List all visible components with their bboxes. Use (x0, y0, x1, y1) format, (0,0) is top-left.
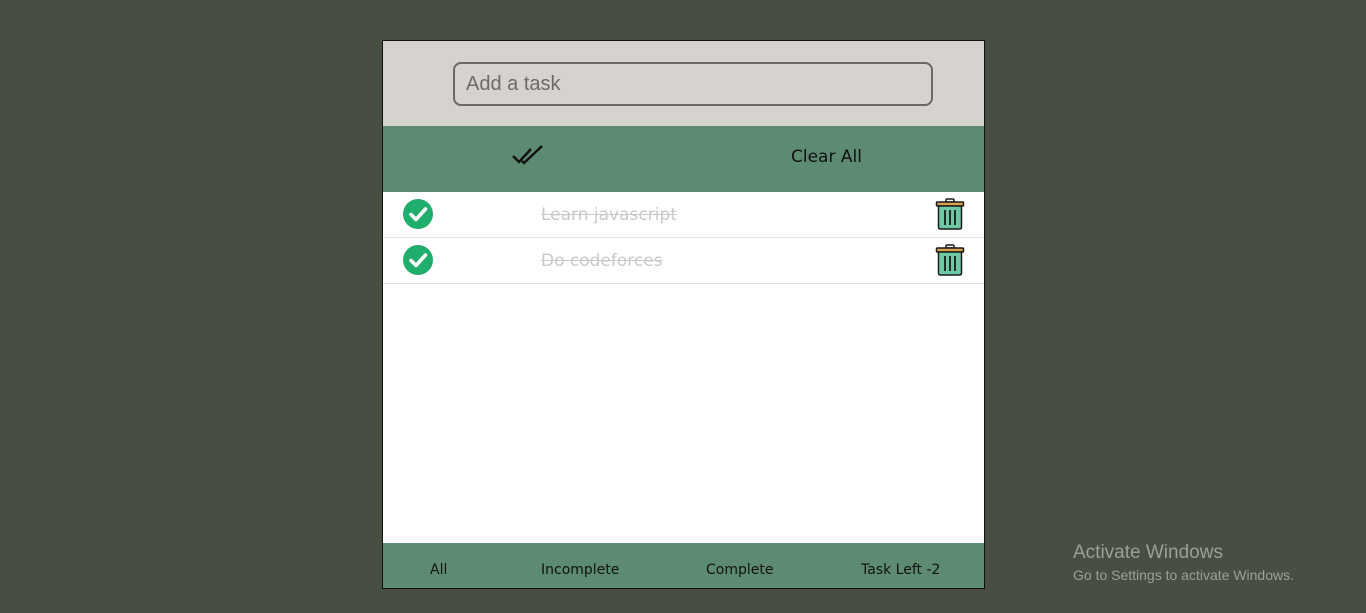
todo-app: Clear All Learn javascript Do cod (382, 40, 985, 589)
filter-incomplete-button[interactable]: Incomplete (541, 562, 619, 578)
activate-windows-subtitle: Go to Settings to activate Windows. (1073, 567, 1294, 583)
double-check-icon[interactable] (511, 144, 545, 170)
task-list: Learn javascript Do codeforces (383, 192, 984, 542)
activate-windows-title: Activate Windows (1073, 542, 1223, 563)
clear-all-button[interactable]: Clear All (791, 147, 862, 167)
filter-all-button[interactable]: All (430, 562, 447, 578)
check-circle-icon[interactable] (403, 199, 433, 229)
trash-icon[interactable] (935, 198, 965, 230)
task-row: Do codeforces (383, 238, 984, 284)
check-circle-icon[interactable] (403, 245, 433, 275)
task-text: Do codeforces (541, 251, 663, 271)
trash-icon[interactable] (935, 244, 965, 276)
toolbar: Clear All (383, 126, 984, 192)
task-text: Learn javascript (541, 205, 677, 225)
add-task-input[interactable] (453, 62, 933, 106)
tasks-left-counter: Task Left -2 (861, 562, 941, 578)
footer-filter-bar: All Incomplete Complete Task Left -2 (383, 543, 984, 588)
filter-complete-button[interactable]: Complete (706, 562, 773, 578)
app-header (383, 41, 984, 126)
task-row: Learn javascript (383, 192, 984, 238)
